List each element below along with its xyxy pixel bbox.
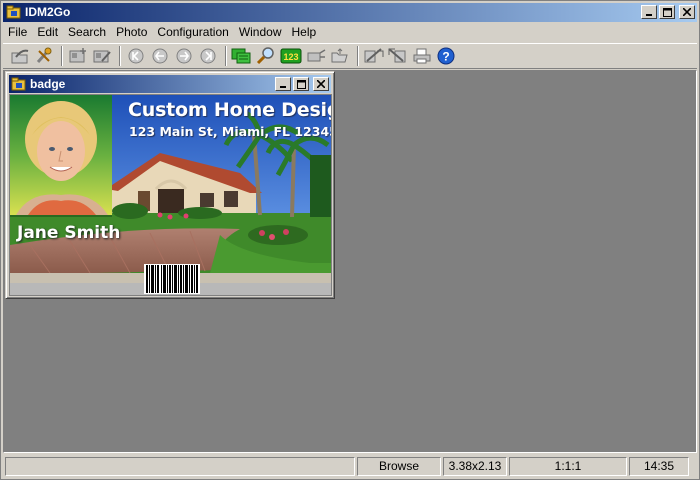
folder-icon xyxy=(331,48,348,63)
last-record-button[interactable] xyxy=(197,45,219,67)
badge-holder-name: Jane Smith xyxy=(17,223,121,243)
status-mode: Browse xyxy=(357,456,441,476)
toolbar: 123 ? xyxy=(3,43,697,69)
toolbar-separator xyxy=(225,46,227,66)
record-add-icon xyxy=(69,48,86,63)
minimize-icon xyxy=(280,86,286,88)
badge-minimize-button[interactable] xyxy=(275,77,291,91)
print-icon xyxy=(413,48,431,64)
badge-folder-icon xyxy=(11,77,26,91)
app-folder-icon xyxy=(6,5,21,19)
menu-edit[interactable]: Edit xyxy=(32,23,63,42)
barcode xyxy=(144,264,200,294)
menu-configuration[interactable]: Configuration xyxy=(152,23,233,42)
next-record-button[interactable] xyxy=(173,45,195,67)
next-record-icon xyxy=(176,48,192,64)
minimize-button[interactable] xyxy=(641,5,657,19)
menu-help[interactable]: Help xyxy=(287,23,322,42)
toolbar-separator xyxy=(357,46,359,66)
minimize-icon xyxy=(646,14,652,16)
maximize-icon xyxy=(662,7,672,17)
prev-record-icon xyxy=(152,48,168,64)
title-bar[interactable]: IDM2Go xyxy=(3,3,697,22)
counter-icon: 123 xyxy=(280,48,302,64)
record-edit-icon xyxy=(93,50,111,63)
menu-search[interactable]: Search xyxy=(63,23,111,42)
toolbar-separator xyxy=(119,46,121,66)
database-icon xyxy=(231,48,251,64)
badge-window[interactable]: badge Custom Home Design 123 Main St, Mi… xyxy=(5,71,335,299)
tools-icon xyxy=(36,47,52,64)
menu-bar: File Edit Search Photo Configuration Win… xyxy=(3,23,697,42)
counter-button[interactable]: 123 xyxy=(279,45,303,67)
menu-window[interactable]: Window xyxy=(234,23,287,42)
open-button[interactable] xyxy=(9,45,31,67)
status-card-size: 3.38x2.13 xyxy=(443,456,507,476)
last-record-icon xyxy=(200,48,216,64)
toolbar-separator xyxy=(61,46,63,66)
window-title: IDM2Go xyxy=(25,5,71,19)
open-icon xyxy=(11,49,29,64)
print-button[interactable] xyxy=(411,45,433,67)
record-add-button[interactable] xyxy=(67,45,89,67)
svg-text:?: ? xyxy=(442,50,449,64)
badge-window-title-bar[interactable]: badge xyxy=(9,75,331,93)
maximize-button[interactable] xyxy=(659,5,675,19)
database-button[interactable] xyxy=(231,45,253,67)
menu-photo[interactable]: Photo xyxy=(111,23,152,42)
export-button[interactable] xyxy=(387,45,409,67)
maximize-icon xyxy=(296,79,306,89)
status-zoom: 1:1:1 xyxy=(509,456,627,476)
prev-record-button[interactable] xyxy=(149,45,171,67)
svg-text:123: 123 xyxy=(283,52,298,62)
badge-company-address: 123 Main St, Miami, FL 12345 xyxy=(129,124,332,139)
help-icon: ? xyxy=(437,47,455,65)
status-message xyxy=(5,456,355,476)
import-button[interactable] xyxy=(363,45,385,67)
record-edit-button[interactable] xyxy=(91,45,113,67)
first-record-icon xyxy=(128,48,144,64)
close-icon xyxy=(317,80,325,88)
status-time: 14:35 xyxy=(629,456,689,476)
close-icon xyxy=(683,8,691,16)
capture-button[interactable] xyxy=(305,45,327,67)
capture-icon xyxy=(307,49,326,62)
folder-button[interactable] xyxy=(329,45,351,67)
tools-button[interactable] xyxy=(33,45,55,67)
export-icon xyxy=(388,48,406,63)
close-button[interactable] xyxy=(679,5,695,19)
id-badge-preview: Custom Home Design 123 Main St, Miami, F… xyxy=(9,94,332,296)
badge-close-button[interactable] xyxy=(313,77,329,91)
search-button[interactable] xyxy=(255,45,277,67)
main-window: IDM2Go File Edit Search Photo Configurat… xyxy=(0,0,700,480)
first-record-button[interactable] xyxy=(125,45,147,67)
badge-window-title: badge xyxy=(30,77,66,91)
help-button[interactable]: ? xyxy=(435,45,457,67)
import-icon xyxy=(364,48,384,63)
search-icon xyxy=(256,47,274,65)
status-bar: Browse 3.38x2.13 1:1:1 14:35 xyxy=(3,455,697,477)
badge-maximize-button[interactable] xyxy=(293,77,309,91)
badge-company-name: Custom Home Design xyxy=(128,99,332,121)
menu-file[interactable]: File xyxy=(3,23,32,42)
